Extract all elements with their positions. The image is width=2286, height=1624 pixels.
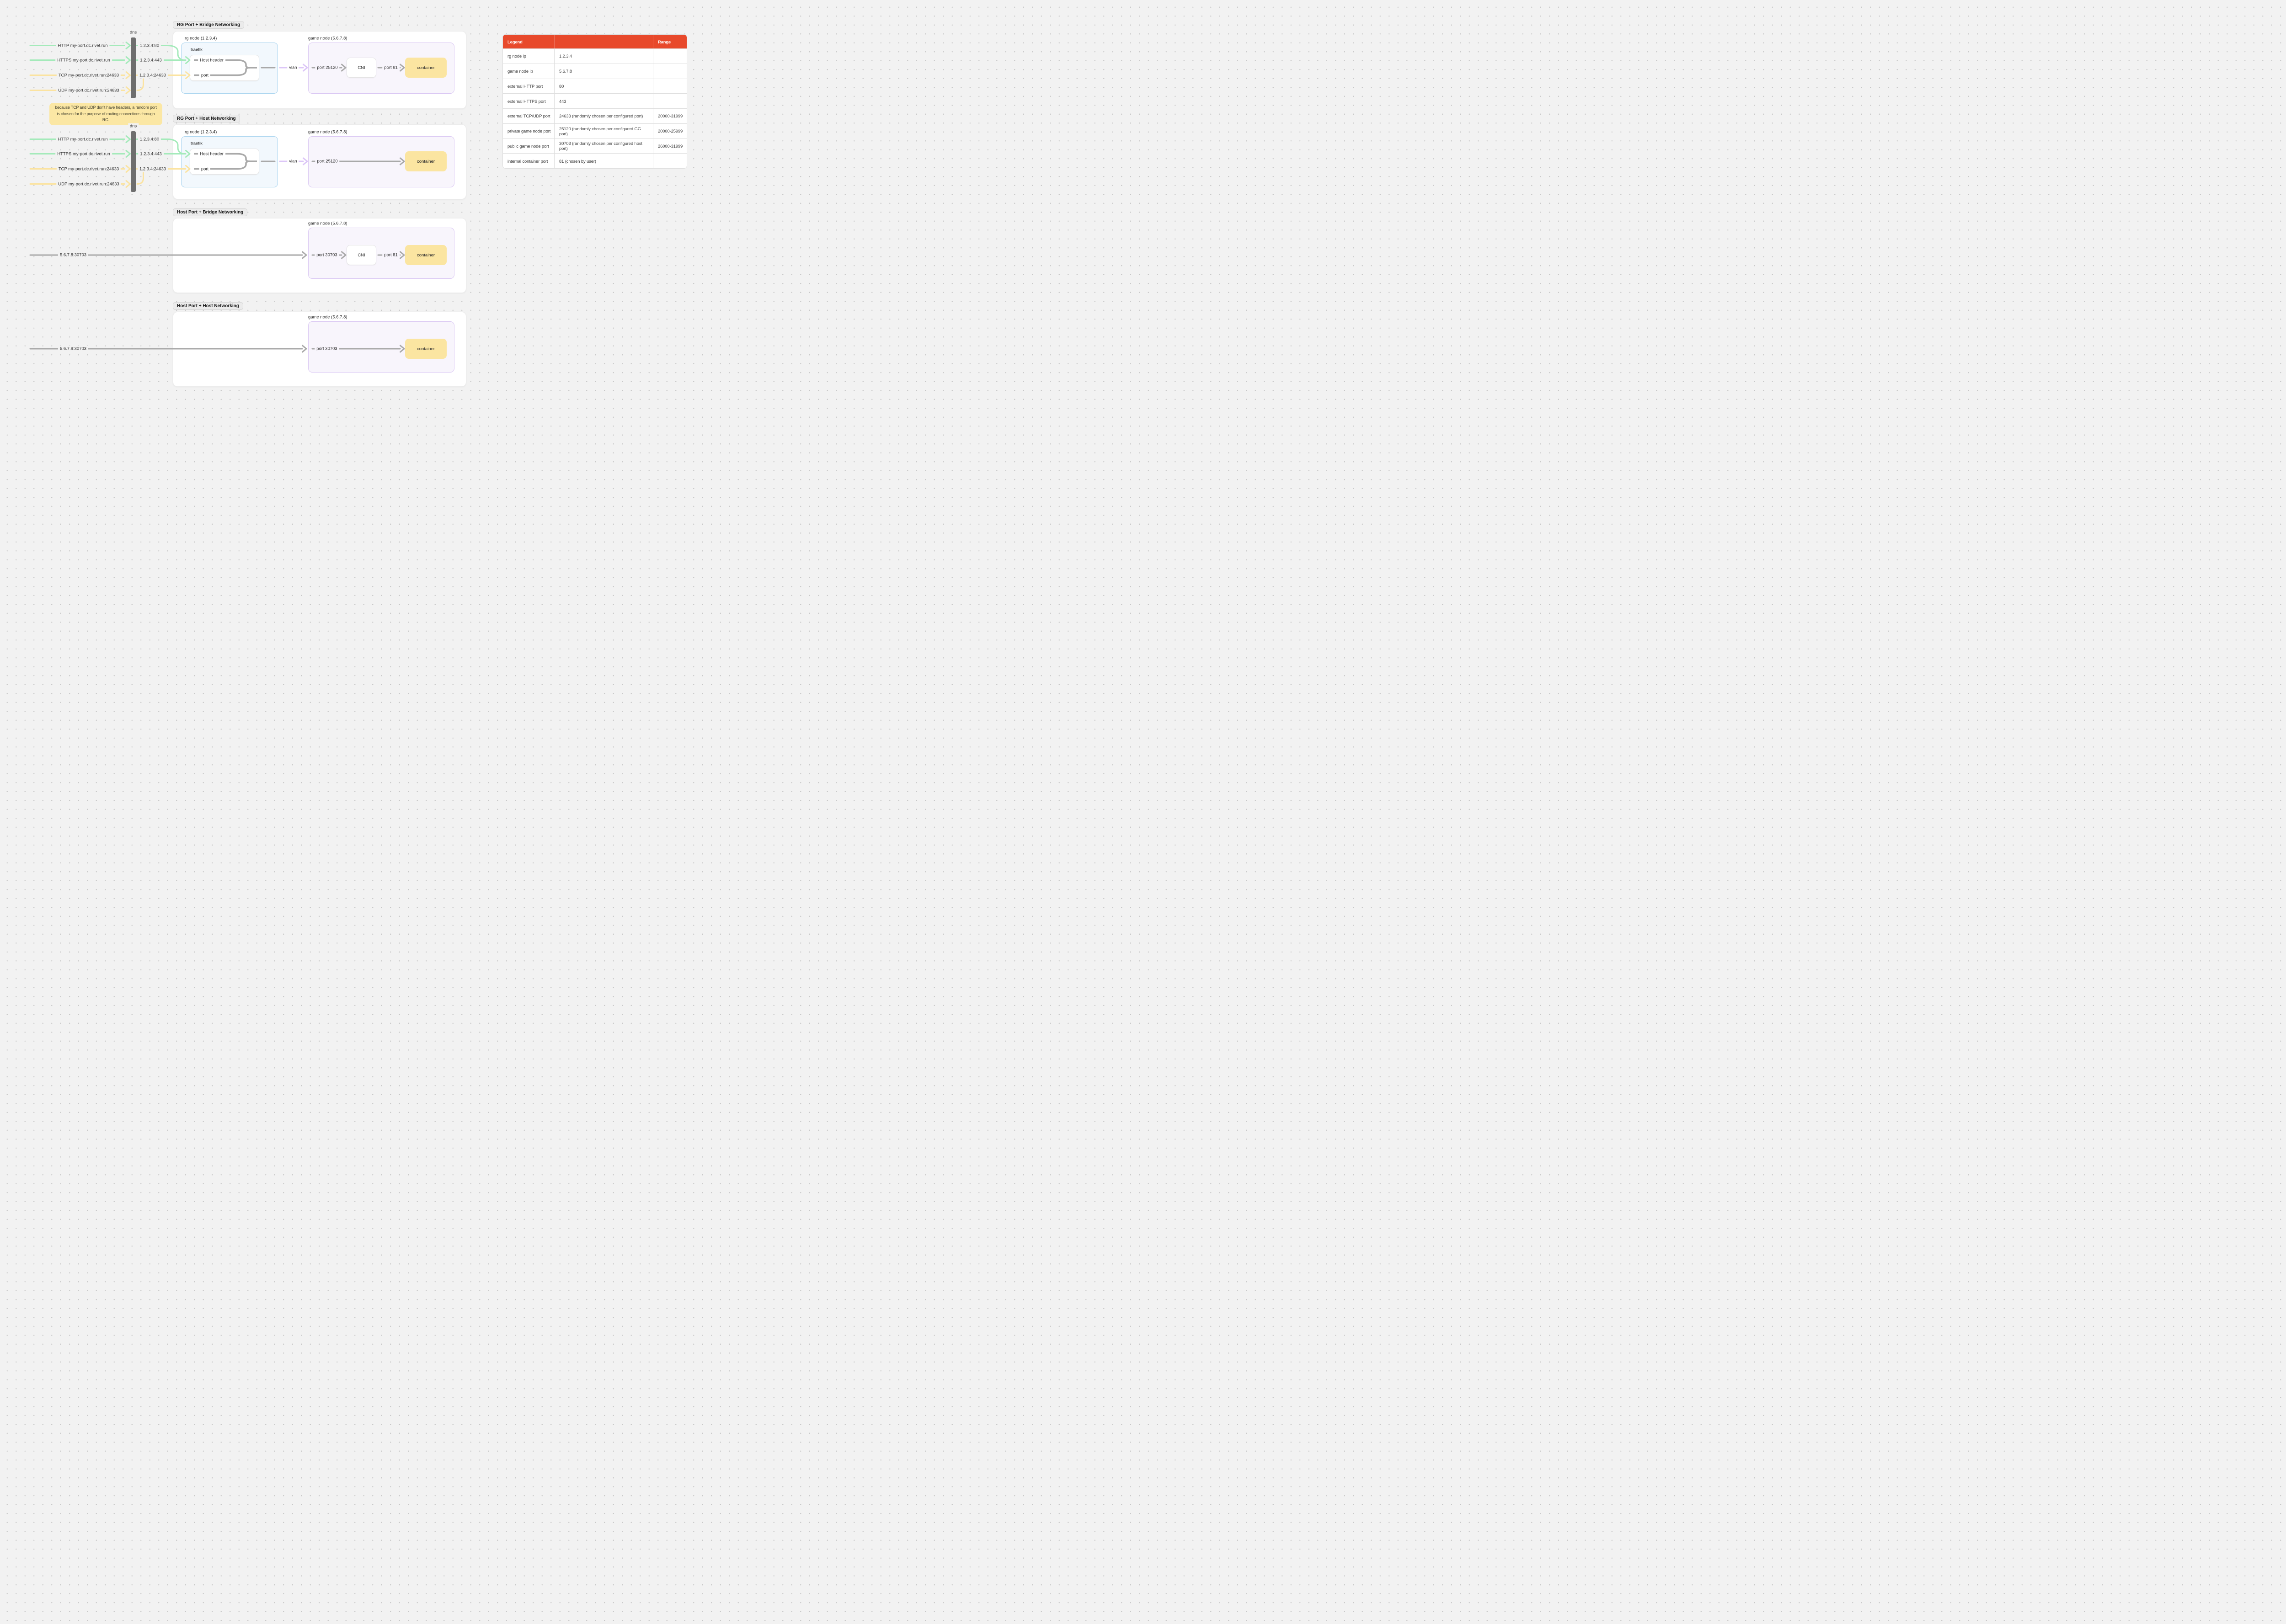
port-match-label-1: port: [199, 72, 211, 78]
ingress-port-label-1: port 25120: [315, 64, 340, 71]
table-cell: 25120 (randomly chosen per configured GG…: [554, 123, 653, 138]
dns-row-label: HTTP my-port.dc.rivet.run: [56, 136, 110, 142]
table-cell: [653, 49, 687, 64]
table-cell: [653, 154, 687, 168]
dns-row-label: TCP my-port.dc.rivet.run:24633: [56, 72, 121, 78]
host-header-label-2: Host header: [198, 151, 225, 157]
cni-box-1: CNI: [347, 58, 376, 78]
table-cell: 443: [554, 94, 653, 108]
table-cell: 20000-31999: [653, 109, 687, 123]
table-cell: private game node port: [507, 128, 551, 134]
dns-row-label: HTTPS my-port.dc.rivet.run: [55, 57, 112, 63]
note-box: because TCP and UDP don’t have headers, …: [49, 103, 162, 125]
container-box-2: container: [405, 151, 447, 171]
table-row: internal container port 81 (chosen by us…: [503, 153, 687, 168]
table-header-cell: Legend: [507, 39, 523, 44]
table-cell: 30703 (randomly chosen per configured ho…: [554, 138, 653, 154]
container-box-3: container: [405, 245, 447, 265]
table-row: public game node port 30703 (randomly ch…: [503, 138, 687, 154]
container-box-4: container: [405, 339, 447, 359]
table-cell: 26000-31999: [653, 138, 687, 154]
dns-row-label: HTTPS my-port.dc.rivet.run: [55, 151, 112, 157]
table-cell: 20000-25999: [653, 123, 687, 138]
dns-row-label: UDP my-port.dc.rivet.run:24633: [56, 181, 121, 187]
dns-label-2: dns: [128, 123, 139, 129]
game-node-label-2: game node (5.6.7.8): [308, 129, 347, 135]
table-header-cell: [554, 35, 653, 48]
section-chip-rg-bridge: RG Port + Bridge Networking: [173, 21, 245, 29]
table-cell: [653, 94, 687, 108]
table-cell: game node ip: [507, 69, 533, 74]
table-row: rg node ip 1.2.3.4: [503, 48, 687, 64]
host-header-label-1: Host header: [198, 57, 225, 63]
table-row: game node ip 5.6.7.8: [503, 63, 687, 79]
section-chip-host-bridge: Host Port + Bridge Networking: [173, 208, 248, 216]
table-cell: [653, 79, 687, 94]
dns-row-label: TCP my-port.dc.rivet.run:24633: [56, 166, 121, 172]
table-row: external HTTP port 80: [503, 78, 687, 94]
resolved-address: 1.2.3.4:24633: [137, 166, 168, 172]
resolved-address: 1.2.3.4:443: [138, 57, 164, 63]
port-match-label-2: port: [199, 166, 211, 172]
table-cell: rg node ip: [507, 53, 526, 59]
ingress-port-label-2: port 25120: [315, 158, 340, 165]
legend-table: Legend Range rg node ip 1.2.3.4 game nod…: [502, 34, 687, 169]
rg-node-label-2: rg node (1.2.3.4): [185, 129, 217, 135]
dns-row-label: HTTP my-port.dc.rivet.run: [56, 43, 110, 48]
table-cell: internal container port: [507, 158, 548, 164]
cni-box-3: CNI: [347, 245, 376, 265]
vlan-label-1: vlan: [287, 64, 299, 71]
resolved-address: 1.2.3.4:80: [138, 136, 161, 142]
section-chip-rg-host: RG Port + Host Networking: [173, 115, 240, 122]
table-cell: public game node port: [507, 143, 549, 149]
table-header-cell: Range: [653, 35, 687, 48]
traefik-label-2: traefik: [191, 141, 203, 146]
ingress-port-label-3: port 30703: [315, 252, 339, 258]
table-cell: 24633 (randomly chosen per configured po…: [554, 109, 653, 123]
game-node-label-3: game node (5.6.7.8): [308, 221, 347, 226]
resolved-address: 1.2.3.4:24633: [137, 72, 168, 78]
rg-node-label-1: rg node (1.2.3.4): [185, 36, 217, 41]
table-cell: 5.6.7.8: [554, 64, 653, 79]
note-text: because TCP and UDP don’t have headers, …: [55, 105, 157, 122]
table-row: external TCP/UDP port 24633 (randomly ch…: [503, 108, 687, 123]
dns-bar-2: [131, 131, 136, 192]
external-endpoint-3: 5.6.7.8:30703: [58, 252, 89, 258]
game-node-label-1: game node (5.6.7.8): [308, 36, 347, 41]
dns-row-label: UDP my-port.dc.rivet.run:24633: [56, 87, 121, 93]
resolved-address: 1.2.3.4:443: [138, 151, 164, 157]
container-box-1: container: [405, 58, 447, 78]
vlan-label-2: vlan: [287, 158, 299, 165]
dns-bar-1: [131, 37, 136, 98]
resolved-address: 1.2.3.4:80: [138, 43, 161, 48]
legend-table-header: Legend Range: [503, 35, 687, 48]
table-row: external HTTPS port 443: [503, 93, 687, 108]
traefik-label-1: traefik: [191, 47, 203, 53]
table-cell: external HTTP port: [507, 83, 543, 89]
egress-port-label-1: port 81: [382, 64, 400, 71]
table-cell: 80: [554, 79, 653, 94]
dns-label-1: dns: [128, 29, 139, 36]
table-row: private game node port 25120 (randomly c…: [503, 123, 687, 138]
table-cell: external HTTPS port: [507, 98, 546, 104]
egress-port-label-3: port 81: [382, 252, 400, 258]
table-cell: 1.2.3.4: [554, 49, 653, 64]
diagram-canvas: { "colors":{ "background":"#f2f2f2","dot…: [0, 0, 711, 416]
game-node-label-4: game node (5.6.7.8): [308, 314, 347, 320]
table-cell: external TCP/UDP port: [507, 113, 550, 119]
table-cell: [653, 64, 687, 79]
external-endpoint-4: 5.6.7.8:30703: [58, 346, 89, 352]
ingress-port-label-4: port 30703: [315, 346, 339, 352]
section-chip-host-host: Host Port + Host Networking: [173, 302, 243, 310]
table-cell: 81 (chosen by user): [554, 154, 653, 168]
